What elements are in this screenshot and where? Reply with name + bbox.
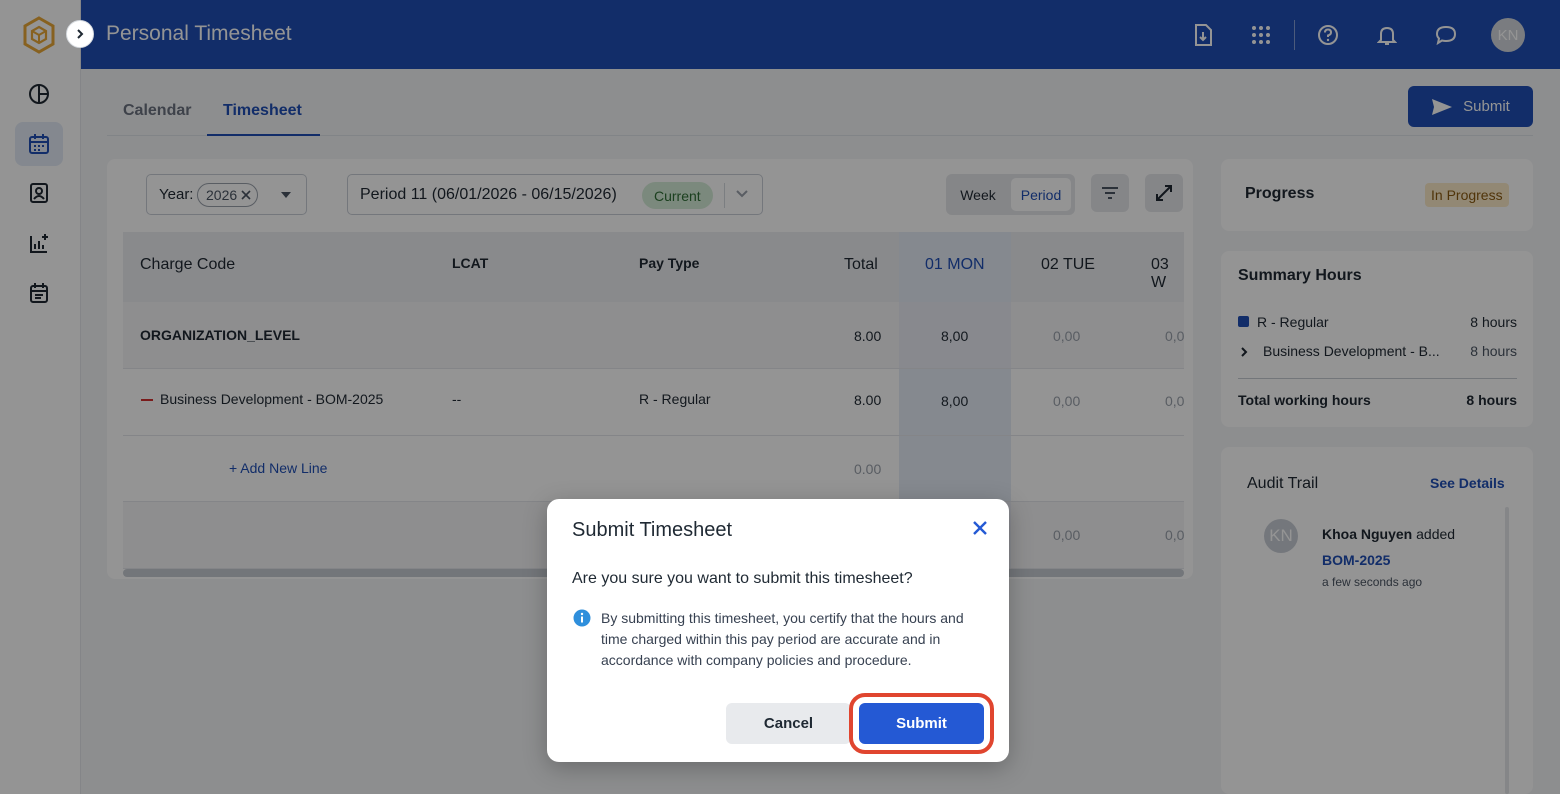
dialog-question: Are you sure you want to submit this tim… bbox=[572, 570, 913, 587]
confirm-submit-button[interactable]: Submit bbox=[859, 703, 984, 744]
sidebar-expand-button[interactable] bbox=[66, 20, 94, 48]
close-icon bbox=[973, 521, 987, 535]
info-icon bbox=[573, 609, 591, 627]
close-button[interactable] bbox=[969, 517, 991, 539]
dialog-description: By submitting this timesheet, you certif… bbox=[601, 610, 964, 668]
submit-timesheet-dialog: Submit Timesheet Are you sure you want t… bbox=[547, 499, 1009, 762]
dialog-title: Submit Timesheet bbox=[572, 519, 733, 541]
cancel-button[interactable]: Cancel bbox=[726, 703, 851, 744]
chevron-right-icon bbox=[77, 29, 84, 39]
